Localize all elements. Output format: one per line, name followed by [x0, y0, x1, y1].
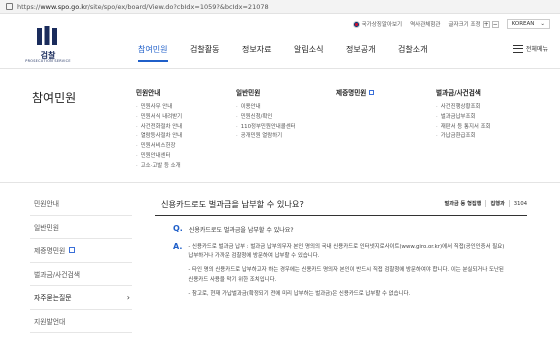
mega-link[interactable]: 민원신청/확인	[236, 113, 331, 123]
page-title: 신용카드로도 벌과금을 납부할 수 있나요?	[161, 198, 304, 209]
mega-link[interactable]: 열람등사절차 안내	[136, 132, 231, 142]
main-nav: 참여민원 검찰활동 정보자료 알림소식 정보공개 검찰소개	[138, 44, 450, 62]
answer-text: - 신용카드로 벌과금 납부 : 벌과금 납부의무자 본인 명의의 국내 신용카…	[188, 243, 510, 304]
sidebar-item-text: 제증명민원	[34, 247, 66, 256]
sidebar-item-label: 벌과금/사건검색	[34, 270, 81, 279]
answer-mark: A.	[173, 242, 183, 251]
sidebar-item-label: 일반민원	[34, 223, 60, 232]
all-menu-label: 전체메뉴	[525, 46, 548, 53]
national-symbol-link[interactable]: 국가상징알아보기	[352, 20, 403, 28]
mega-link[interactable]: 벌과금납부조회	[436, 113, 531, 123]
page: https://www.spo.go.kr/site/spo/ex/board/…	[0, 0, 560, 340]
lock-icon	[6, 3, 13, 10]
faq-meta: 벌과금 등 형집행 집행과 3104	[444, 200, 527, 207]
mega-column-head[interactable]: 제증명민원	[336, 87, 431, 97]
mega-column-head[interactable]: 민원안내	[136, 87, 231, 97]
prosecution-emblem-icon	[37, 26, 57, 45]
mega-link[interactable]: 사건전화절차 안내	[136, 123, 231, 133]
mega-link[interactable]: 재판서 등 통지서 조회	[436, 123, 531, 133]
url-text[interactable]: https://www.spo.go.kr/site/spo/ex/board/…	[17, 3, 269, 11]
all-menu-button[interactable]: 전체메뉴	[512, 44, 548, 53]
sidebar-item-label: 제증명민원	[34, 245, 76, 256]
answer-paragraph: - 참고로, 현재 가납벌과금(확정되기 전에 미리 납부하는 벌과금)은 신용…	[188, 290, 411, 297]
mega-link[interactable]: 110정부민원안내콜센터	[236, 123, 331, 133]
mega-column-head[interactable]: 일반민원	[236, 87, 331, 97]
meta-divider	[508, 200, 510, 207]
mega-link[interactable]: 사건진행상황조회	[436, 103, 531, 113]
answer-paragraph: - 타인 명의 신용카드로 납부하고자 하는 경우에는 신용카드 명의자 본인이…	[188, 267, 504, 283]
font-size-control: 글자크기 조정 + −	[448, 20, 499, 28]
flag-icon	[352, 20, 360, 28]
gnb-item-resources[interactable]: 정보자료	[242, 44, 294, 62]
mega-link[interactable]: 공개민원 열람하기	[236, 132, 331, 142]
hamburger-icon	[512, 44, 523, 53]
sidebar-item-guide[interactable]: 민원안내	[30, 192, 132, 216]
gnb-item-participation[interactable]: 참여민원	[138, 44, 190, 62]
chevron-right-icon: ›	[126, 292, 130, 302]
site-logo[interactable]: 검찰 PROSECUTION SERVICE	[20, 26, 76, 66]
mega-menu: 참여민원 민원안내 민원사무 안내 민원서식 내려받기 사건전화절차 안내 열람…	[0, 69, 560, 183]
sidebar-item-label: 자주묻는질문	[34, 294, 72, 303]
sidebar-item-certificate[interactable]: 제증명민원	[30, 239, 132, 263]
mega-column-label: 제증명민원	[336, 89, 367, 97]
mega-column-general: 일반민원 이용안내 민원신청/확인 110정부민원안내콜센터 공개민원 열람하기	[236, 87, 331, 142]
mega-link[interactable]: 민원서식 내려받기	[136, 113, 231, 123]
sidebar: 민원안내 일반민원 제증명민원 벌과금/사건검색 자주묻는질문 › 지원발언대	[30, 192, 132, 333]
mega-column-fines: 벌과금/사건검색 사건진행상황조회 벌과금납부조회 재판서 등 통지서 조회 가…	[436, 87, 531, 142]
sidebar-item-fines[interactable]: 벌과금/사건검색	[30, 263, 132, 286]
language-select[interactable]: KOREAN ⌄	[506, 19, 550, 29]
question-text: 신용카드로도 벌과금을 납부할 수 있나요?	[188, 227, 294, 234]
util-label: 글자크기 조정	[448, 22, 481, 28]
mega-link[interactable]: 민원서비스헌장	[136, 142, 231, 152]
sidebar-item-support[interactable]: 지원발언대	[30, 310, 132, 333]
history-hall-link[interactable]: 역사관체험관	[410, 20, 440, 28]
gnb-item-activities[interactable]: 검찰활동	[190, 44, 242, 62]
chevron-down-icon: ⌄	[540, 21, 545, 27]
question-row: Q. 신용카드로도 벌과금을 납부할 수 있나요?	[173, 224, 527, 235]
language-label: KOREAN	[511, 21, 535, 27]
sidebar-item-label: 지원발언대	[34, 317, 66, 326]
zoom-out-button[interactable]: −	[491, 20, 499, 28]
gnb-item-disclosure[interactable]: 정보공개	[346, 44, 398, 62]
external-link-icon	[69, 247, 76, 254]
url-path: /site/spo/ex/board/View.do?cbIdx=1059?&b…	[87, 2, 269, 11]
faq-body: Q. 신용카드로도 벌과금을 납부할 수 있나요? A. - 신용카드로 벌과금…	[155, 216, 527, 304]
sidebar-item-label: 민원안내	[34, 200, 60, 209]
utility-bar: 국가상징알아보기 역사관체험관 글자크기 조정 + − KOREAN ⌄	[352, 19, 550, 29]
mega-column-guide: 민원안내 민원사무 안내 민원서식 내려받기 사건전화절차 안내 열람등사절차 …	[136, 87, 231, 172]
gnb-item-about[interactable]: 검찰소개	[398, 44, 450, 62]
mega-link[interactable]: 고소·고발 등 소개	[136, 162, 231, 172]
logo-subtitle: PROSECUTION SERVICE	[25, 59, 71, 63]
mega-column-certificate: 제증명민원	[336, 87, 431, 103]
meta-divider	[485, 200, 487, 207]
faq-number: 3104	[513, 200, 527, 207]
sidebar-item-faq[interactable]: 자주묻는질문 ›	[30, 286, 132, 310]
url-scheme: https://	[17, 2, 41, 11]
answer-row: A. - 신용카드로 벌과금 납부 : 벌과금 납부의무자 본인 명의의 국내 …	[173, 242, 527, 304]
mega-link[interactable]: 이용안내	[236, 103, 331, 113]
mega-column-head[interactable]: 벌과금/사건검색	[436, 87, 531, 97]
question-mark: Q.	[173, 224, 183, 233]
faq-header: 신용카드로도 벌과금을 납부할 수 있나요? 벌과금 등 형집행 집행과 310…	[155, 192, 527, 216]
gnb-item-news[interactable]: 알림소식	[294, 44, 346, 62]
faq-category: 벌과금 등 형집행	[444, 201, 482, 207]
answer-paragraph: - 신용카드로 벌과금 납부 : 벌과금 납부의무자 본인 명의의 국내 신용카…	[188, 244, 505, 260]
address-bar[interactable]: https://www.spo.go.kr/site/spo/ex/board/…	[0, 0, 560, 14]
zoom-in-button[interactable]: +	[482, 20, 490, 28]
mega-menu-title: 참여민원	[32, 91, 77, 105]
util-label: 국가상징알아보기	[361, 22, 403, 28]
mega-link[interactable]: 민원안내센터	[136, 152, 231, 162]
url-host: www.spo.go.kr	[40, 2, 88, 11]
sidebar-item-general[interactable]: 일반민원	[30, 216, 132, 239]
faq-department: 집행과	[490, 201, 505, 207]
external-link-icon	[369, 89, 375, 95]
mega-link[interactable]: 가납금환급조회	[436, 132, 531, 142]
mega-link[interactable]: 민원사무 안내	[136, 103, 231, 113]
faq-detail: 신용카드로도 벌과금을 납부할 수 있나요? 벌과금 등 형집행 집행과 310…	[155, 192, 527, 304]
